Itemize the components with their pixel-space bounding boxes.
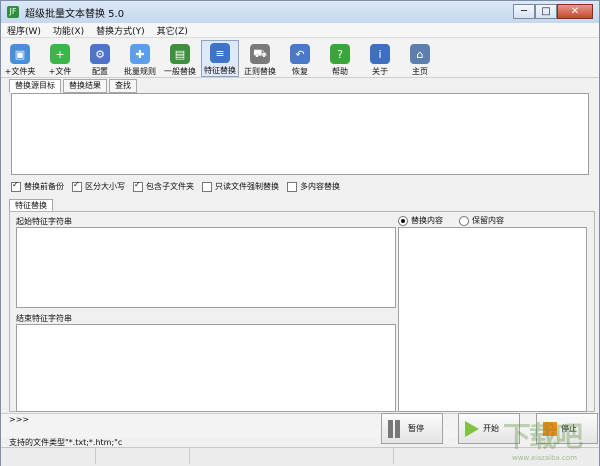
- watermark-logo: 下载吧: [502, 420, 583, 453]
- menu-program[interactable]: 程序(W): [1, 24, 47, 37]
- radio-keep-content[interactable]: 保留内容: [459, 215, 504, 226]
- option-label: 替换前备份: [24, 182, 64, 191]
- toolbar-about-button[interactable]: i 关于: [361, 40, 399, 77]
- window-controls: ─ □ ✕: [513, 4, 593, 19]
- toolbar-regex-replace-button[interactable]: ⛟ 正则替换: [241, 40, 279, 77]
- radio-label: 替换内容: [411, 216, 443, 225]
- pause-label: 暂停: [408, 424, 424, 433]
- toolbar-feature-replace-button[interactable]: ≡ 特征替换: [201, 40, 239, 77]
- radio-icon[interactable]: [398, 215, 408, 226]
- start-label: 开始: [483, 424, 499, 433]
- folder-add-icon: ▣: [10, 44, 30, 64]
- close-button[interactable]: ✕: [557, 4, 593, 19]
- tab-replace-source[interactable]: 替换源目标: [9, 79, 61, 93]
- info-icon: i: [370, 44, 390, 64]
- watermark-text: www.xiazaiba.com: [512, 454, 577, 462]
- toolbar: ▣ +文件夹 + +文件 ⚙ 配置 ✚ 批量规则 ▤ 一般替换 ≡ 特征替换 ⛟…: [1, 37, 599, 78]
- home-icon: ⌂: [410, 44, 430, 64]
- replace-mode-radios: 替换内容 保留内容: [398, 215, 504, 226]
- start-string-input[interactable]: [16, 227, 396, 308]
- menu-replace-mode[interactable]: 替换方式(Y): [90, 24, 151, 37]
- start-string-label: 起始特征字符串: [16, 217, 72, 226]
- toolbar-label: 配置: [92, 67, 108, 76]
- status-divider: [189, 448, 190, 464]
- menu-function[interactable]: 功能(X): [47, 24, 90, 37]
- question-icon: ?: [330, 44, 350, 64]
- command-prompt: >>>: [9, 415, 30, 424]
- option-label: 多内容替换: [300, 182, 340, 191]
- toolbar-label: 主页: [412, 67, 428, 76]
- radio-replace-content[interactable]: 替换内容: [398, 215, 443, 226]
- maximize-button[interactable]: □: [535, 4, 557, 19]
- toolbar-label: 一般替换: [164, 67, 196, 76]
- options-bar: 替换前备份 区分大小写 包含子文件夹 只读文件强制替换 多内容替换: [11, 180, 340, 192]
- option-include-subfolders[interactable]: 包含子文件夹: [133, 180, 194, 192]
- toolbar-label: 正则替换: [244, 67, 276, 76]
- pause-icon: [388, 419, 404, 438]
- menu-bar: 程序(W) 功能(X) 替换方式(Y) 其它(Z): [1, 23, 599, 37]
- toolbar-label: 关于: [372, 67, 388, 76]
- pause-button[interactable]: 暂停: [381, 413, 443, 444]
- toolbar-label: +文件夹: [4, 67, 36, 76]
- toolbar-config-button[interactable]: ⚙ 配置: [81, 40, 119, 77]
- source-target-area[interactable]: [11, 93, 589, 175]
- document-icon: ▤: [170, 44, 190, 64]
- gear-icon: ⚙: [90, 44, 110, 64]
- radio-icon[interactable]: [459, 215, 469, 226]
- tab-replace-result[interactable]: 替换结果: [63, 79, 107, 93]
- toolbar-general-replace-button[interactable]: ▤ 一般替换: [161, 40, 199, 77]
- top-tab-bar: 替换源目标 替换结果 查找: [9, 79, 137, 93]
- status-divider: [95, 448, 96, 464]
- option-label: 包含子文件夹: [146, 182, 194, 191]
- toolbar-label: 批量规则: [124, 67, 156, 76]
- checkbox-icon[interactable]: [287, 181, 297, 192]
- menu-other[interactable]: 其它(Z): [151, 24, 194, 37]
- option-multi-content[interactable]: 多内容替换: [287, 181, 340, 192]
- toolbar-label: 帮助: [332, 67, 348, 76]
- option-label: 区分大小写: [85, 182, 125, 191]
- toolbar-restore-button[interactable]: ↶ 恢复: [281, 40, 319, 77]
- option-backup[interactable]: 替换前备份: [11, 180, 64, 192]
- toolbar-add-folder-button[interactable]: ▣ +文件夹: [1, 40, 39, 77]
- window-title: 超级批量文本替换 5.0: [25, 8, 125, 20]
- status-divider: [393, 448, 394, 464]
- undo-icon: ↶: [290, 44, 310, 64]
- option-case-sensitive[interactable]: 区分大小写: [72, 180, 125, 192]
- toolbar-help-button[interactable]: ? 帮助: [321, 40, 359, 77]
- toolbar-label: +文件: [48, 67, 72, 76]
- option-label: 只读文件强制替换: [215, 182, 279, 191]
- file-add-icon: +: [50, 44, 70, 64]
- toolbar-add-file-button[interactable]: + +文件: [41, 40, 79, 77]
- puzzle-icon: ✚: [130, 44, 150, 64]
- checkbox-icon[interactable]: [133, 180, 143, 192]
- minimize-button[interactable]: ─: [513, 4, 535, 19]
- play-icon: [465, 420, 479, 437]
- end-string-label: 结束特征字符串: [16, 314, 72, 323]
- option-force-readonly[interactable]: 只读文件强制替换: [202, 181, 279, 192]
- end-string-input[interactable]: [16, 324, 396, 412]
- toolbar-home-button[interactable]: ⌂ 主页: [401, 40, 439, 77]
- title-bar: JF 超级批量文本替换 5.0 ─ □ ✕: [1, 1, 599, 23]
- checkbox-icon[interactable]: [72, 180, 82, 192]
- radio-label: 保留内容: [472, 216, 504, 225]
- checkbox-icon[interactable]: [202, 181, 212, 192]
- toolbar-label: 特征替换: [204, 66, 236, 75]
- replacement-content-input[interactable]: [398, 227, 587, 412]
- cart-icon: ⛟: [250, 44, 270, 64]
- toolbar-label: 恢复: [292, 67, 308, 76]
- network-icon: ≡: [210, 43, 230, 63]
- tab-find[interactable]: 查找: [109, 79, 137, 93]
- checkbox-icon[interactable]: [11, 180, 21, 192]
- app-icon: JF: [7, 6, 19, 18]
- toolbar-batch-rules-button[interactable]: ✚ 批量规则: [121, 40, 159, 77]
- main-window: JF 超级批量文本替换 5.0 ─ □ ✕ 程序(W) 功能(X) 替换方式(Y…: [0, 0, 600, 466]
